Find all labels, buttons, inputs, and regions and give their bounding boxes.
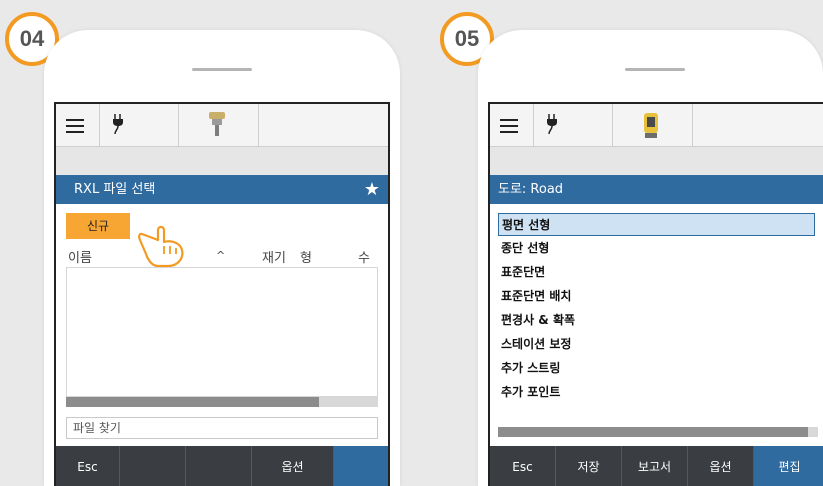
horizontal-scrollbar[interactable] [498, 427, 818, 437]
power-cell[interactable] [533, 104, 613, 146]
column-header-name[interactable]: 이름 [68, 247, 92, 266]
list-item-additional-points[interactable]: 추가 포인트 [498, 381, 815, 404]
softkey-3[interactable] [186, 446, 252, 486]
screen-left: RXL 파일 선택 ★ 신규 이름 ^ 재기 형 수 파일 찾기 Esc 옵션 [54, 102, 390, 486]
softkey-2[interactable] [120, 446, 186, 486]
list-item-horizontal-alignment[interactable]: 평면 선형 [498, 213, 815, 236]
softkey-bar: Esc 옵션 [56, 446, 388, 486]
status-bar [56, 104, 388, 147]
star-icon[interactable]: ★ [364, 175, 380, 204]
softkey-save[interactable]: 저장 [556, 446, 622, 486]
scrollbar-thumb[interactable] [66, 397, 319, 407]
softkey-bar: Esc 저장 보고서 옵션 편집 [490, 446, 823, 486]
receiver-cell[interactable] [178, 104, 259, 146]
hamburger-menu-icon[interactable] [66, 119, 84, 137]
file-search-input[interactable]: 파일 찾기 [66, 417, 378, 439]
horizontal-scrollbar[interactable] [66, 397, 378, 407]
page-title-text: 도로: Road [498, 182, 564, 197]
softkey-5[interactable] [334, 446, 388, 486]
page-title: 도로: Road [490, 175, 823, 204]
softkey-options[interactable]: 옵션 [688, 446, 754, 486]
screen-right: 도로: Road 평면 선형 종단 선형 표준단면 표준단면 배치 편경사 & … [488, 102, 823, 486]
phone-speaker [192, 68, 252, 71]
instrument-cell[interactable] [612, 104, 693, 146]
scrollbar-thumb[interactable] [498, 427, 808, 437]
softkey-esc[interactable]: Esc [490, 446, 556, 486]
list-item-vertical-alignment[interactable]: 종단 선형 [498, 237, 815, 260]
hamburger-menu-icon[interactable] [500, 119, 518, 137]
column-header-type[interactable]: 형 [300, 247, 312, 266]
phone-right: 도로: Road 평면 선형 종단 선형 표준단면 표준단면 배치 편경사 & … [478, 30, 823, 486]
list-item-additional-strings[interactable]: 추가 스트링 [498, 357, 815, 380]
list-item-superelevation-widening[interactable]: 편경사 & 확폭 [498, 309, 815, 332]
column-header-size[interactable]: 재기 [262, 247, 286, 266]
list-item-station-equations[interactable]: 스테이션 보정 [498, 333, 815, 356]
status-bar [490, 104, 823, 147]
power-plug-icon [547, 114, 557, 135]
column-header-count[interactable]: 수 [358, 247, 370, 266]
softkey-options[interactable]: 옵션 [252, 446, 334, 486]
page-title: RXL 파일 선택 ★ [56, 175, 388, 204]
list-item-templates[interactable]: 표준단면 [498, 261, 815, 284]
power-cell[interactable] [99, 104, 179, 146]
total-station-icon [644, 113, 658, 138]
file-list[interactable] [66, 267, 378, 397]
page-title-text: RXL 파일 선택 [74, 182, 156, 197]
phone-left: RXL 파일 선택 ★ 신규 이름 ^ 재기 형 수 파일 찾기 Esc 옵션 [44, 30, 400, 486]
softkey-edit[interactable]: 편집 [754, 446, 823, 486]
softkey-report[interactable]: 보고서 [622, 446, 688, 486]
menu-cell[interactable] [490, 104, 534, 146]
phone-speaker [625, 68, 685, 71]
gray-strip [56, 147, 388, 175]
softkey-esc[interactable]: Esc [56, 446, 120, 486]
sort-caret-icon[interactable]: ^ [216, 249, 225, 262]
menu-cell[interactable] [56, 104, 100, 146]
list-item-template-positions[interactable]: 표준단면 배치 [498, 285, 815, 308]
new-button[interactable]: 신규 [66, 213, 130, 239]
pointing-hand-icon [138, 225, 184, 268]
gnss-receiver-icon [209, 112, 225, 136]
gray-strip [490, 147, 823, 175]
power-plug-icon [113, 114, 123, 135]
